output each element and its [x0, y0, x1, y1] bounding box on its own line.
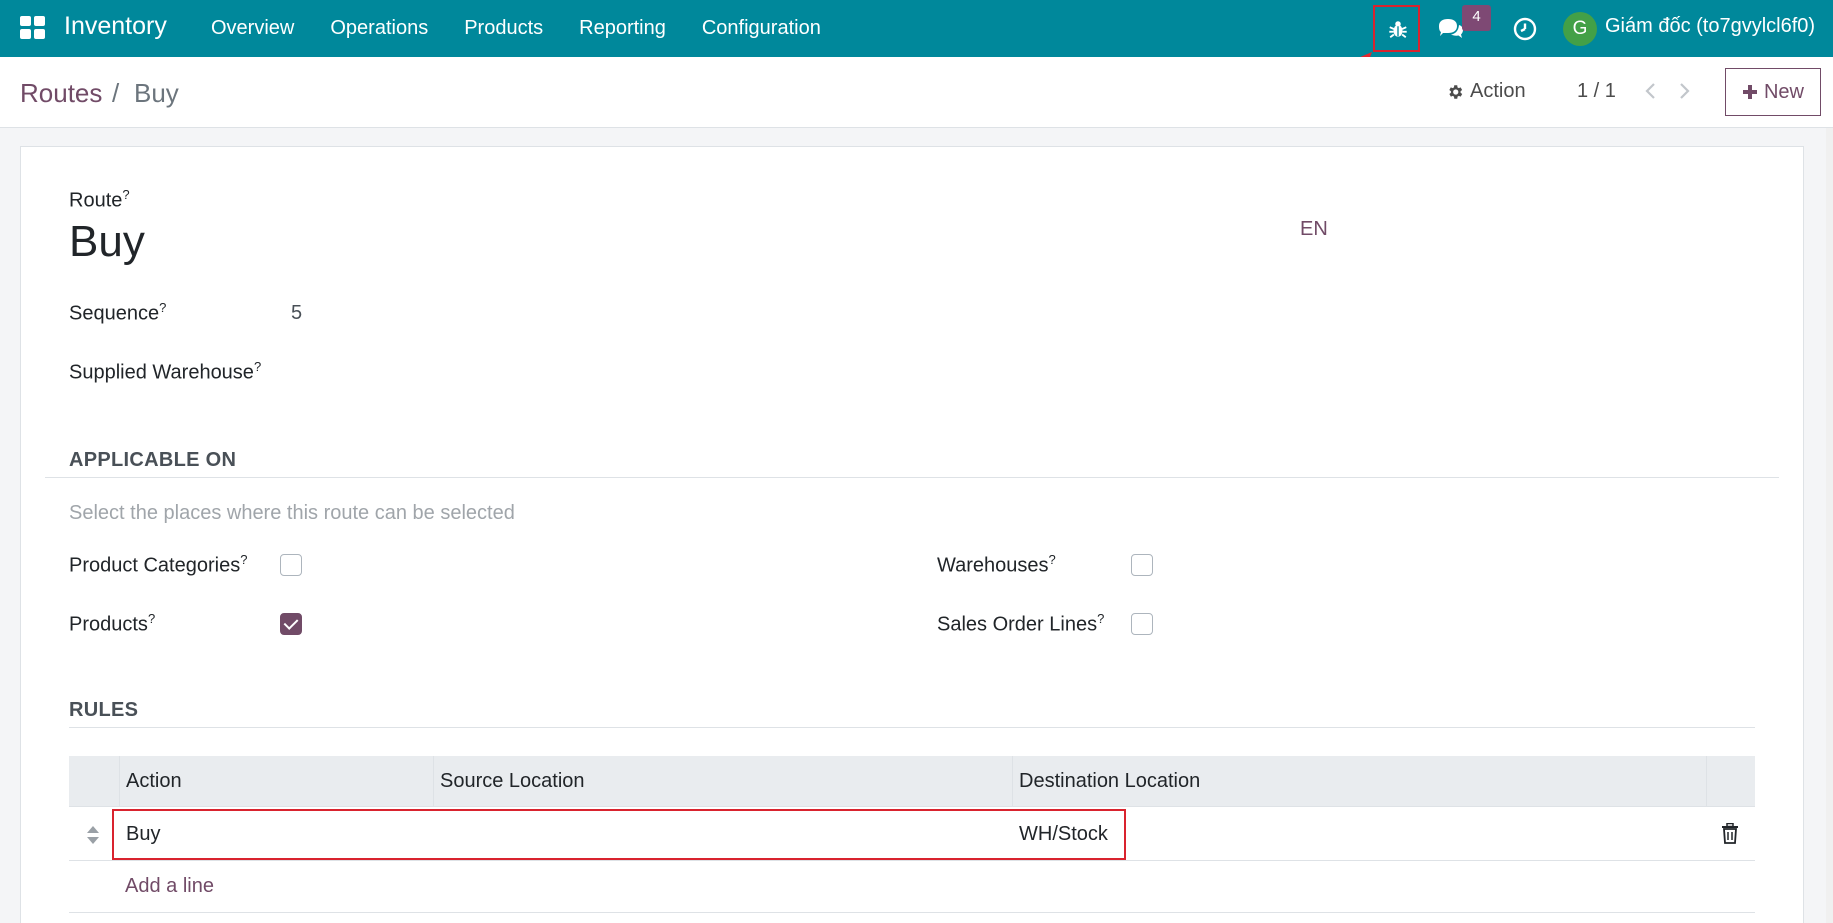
control-panel: Routes / Buy Action 1 / 1 New: [0, 57, 1833, 128]
supplied-warehouse-field[interactable]: [291, 353, 931, 389]
rule-action-cell[interactable]: Buy: [126, 807, 160, 861]
main-menu: Overview Operations Products Reporting C…: [211, 0, 839, 57]
new-button[interactable]: New: [1725, 68, 1821, 116]
sequence-help[interactable]: ?: [159, 300, 166, 315]
messages-count-badge: 4: [1462, 5, 1491, 31]
breadcrumb-separator: /: [112, 78, 120, 108]
products-label: Products?: [69, 611, 156, 636]
pager-next-icon[interactable]: [1673, 77, 1695, 105]
user-avatar[interactable]: G: [1563, 12, 1597, 46]
add-line-row: Add a line: [69, 861, 1755, 913]
menu-operations[interactable]: Operations: [312, 0, 446, 57]
menu-configuration[interactable]: Configuration: [684, 0, 839, 57]
app-name[interactable]: Inventory: [64, 12, 167, 41]
sales-order-lines-label: Sales Order Lines?: [937, 611, 1105, 636]
column-source-location[interactable]: Source Location: [433, 756, 1012, 807]
product-categories-label: Product Categories?: [69, 552, 248, 577]
menu-reporting[interactable]: Reporting: [561, 0, 684, 57]
pager-previous-icon[interactable]: [1640, 77, 1662, 105]
sequence-field[interactable]: 5: [291, 302, 302, 325]
breadcrumb-routes[interactable]: Routes: [20, 78, 102, 109]
language-toggle[interactable]: EN: [1300, 218, 1328, 241]
rule-destination-cell[interactable]: WH/Stock: [1019, 807, 1108, 861]
rules-divider: [69, 727, 1755, 728]
route-name-field[interactable]: Buy: [69, 217, 145, 267]
drag-handle-icon[interactable]: [86, 825, 100, 850]
column-divider: [1706, 756, 1707, 807]
route-label: Route?: [69, 187, 130, 212]
supplied-warehouse-help[interactable]: ?: [254, 359, 261, 374]
table-row[interactable]: Buy WH/Stock: [69, 807, 1755, 861]
row-highlight-box: [112, 809, 1126, 860]
route-help[interactable]: ?: [122, 187, 129, 202]
plus-icon: [1742, 85, 1757, 99]
column-destination-location[interactable]: Destination Location: [1012, 756, 1702, 807]
breadcrumb-current: Buy: [134, 78, 179, 108]
applicable-on-title: APPLICABLE ON: [69, 449, 237, 471]
menu-products[interactable]: Products: [446, 0, 561, 57]
product-categories-checkbox[interactable]: [280, 554, 302, 576]
sequence-label: Sequence?: [69, 300, 167, 325]
new-label: New: [1763, 80, 1804, 103]
sales-order-lines-checkbox[interactable]: [1131, 613, 1153, 635]
apps-menu-icon[interactable]: [20, 16, 46, 40]
menu-overview[interactable]: Overview: [211, 0, 312, 57]
supplied-warehouse-label: Supplied Warehouse?: [69, 359, 262, 384]
pager-value[interactable]: 1 / 1: [1577, 80, 1616, 103]
rules-table-header: Action Source Location Destination Locat…: [69, 756, 1755, 807]
warehouses-help[interactable]: ?: [1049, 552, 1056, 567]
vertical-scrollbar[interactable]: [1826, 128, 1833, 923]
top-navbar: Inventory Overview Operations Products R…: [0, 0, 1833, 57]
user-menu[interactable]: Giám đốc (to7gvylcl6f0): [1605, 15, 1815, 38]
product-categories-help[interactable]: ?: [240, 552, 247, 567]
action-label: Action: [1470, 80, 1526, 102]
add-a-line-link[interactable]: Add a line: [125, 875, 214, 898]
action-button[interactable]: Action: [1446, 80, 1526, 103]
products-help[interactable]: ?: [148, 611, 155, 626]
gear-icon: [1449, 84, 1463, 99]
applicable-divider: [45, 477, 1779, 478]
warehouses-label: Warehouses?: [937, 552, 1056, 577]
warehouses-checkbox[interactable]: [1131, 554, 1153, 576]
column-action[interactable]: Action: [119, 756, 433, 807]
debug-highlight-box: [1373, 5, 1420, 52]
sales-order-lines-help[interactable]: ?: [1097, 611, 1104, 626]
form-sheet: Route? Buy EN Sequence? 5 Supplied Wareh…: [20, 146, 1804, 923]
trash-icon[interactable]: [1721, 822, 1739, 849]
products-checkbox[interactable]: [280, 613, 302, 635]
activity-clock-icon[interactable]: [1510, 0, 1540, 57]
rules-title: RULES: [69, 699, 139, 721]
applicable-hint: Select the places where this route can b…: [69, 502, 515, 524]
